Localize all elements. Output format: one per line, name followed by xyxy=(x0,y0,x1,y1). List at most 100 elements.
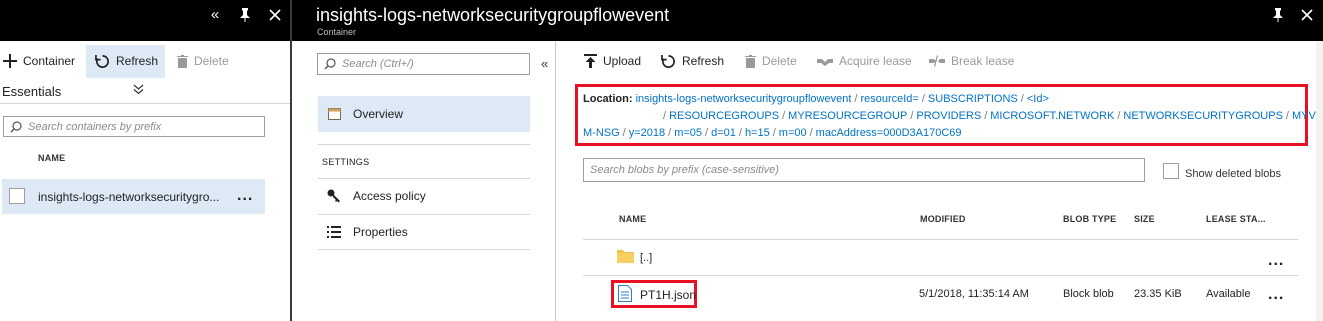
location-line-2: / RESOURCEGROUPS / MYRESOURCEGROUP / PROVIDER… xyxy=(663,110,1316,122)
menu-item-access-policy[interactable]: Access policy xyxy=(327,189,426,203)
close-icon[interactable] xyxy=(266,6,284,24)
refresh-button[interactable]: Refresh xyxy=(95,49,158,73)
break-lease-label: Break lease xyxy=(951,54,1015,68)
vertical-scrollbar[interactable] xyxy=(1316,41,1323,321)
divider xyxy=(318,178,530,179)
location-segment[interactable]: y=2018 xyxy=(629,127,665,139)
search-icon xyxy=(10,120,22,132)
divider xyxy=(318,214,530,215)
more-options-icon[interactable]: ... xyxy=(1268,252,1284,270)
divider xyxy=(583,275,1298,276)
acquire-lease-label: Acquire lease xyxy=(839,54,912,68)
divider xyxy=(318,144,530,145)
lease-icon xyxy=(817,59,833,66)
location-segment[interactable]: M-NSG xyxy=(583,127,620,139)
refresh-icon xyxy=(95,54,109,68)
location-segment[interactable]: MYV xyxy=(1292,110,1316,122)
show-deleted-checkbox[interactable] xyxy=(1163,163,1179,179)
break-lease-button[interactable]: Break lease xyxy=(929,49,1014,73)
delete-button[interactable]: Delete xyxy=(745,49,797,73)
refresh-icon xyxy=(661,54,675,68)
parent-folder-link[interactable]: [..] xyxy=(640,252,652,264)
location-segment[interactable]: insights-logs-networksecuritygroupflowev… xyxy=(636,93,852,105)
location-segment[interactable]: m=00 xyxy=(779,127,807,139)
search-icon xyxy=(324,58,336,70)
location-segment[interactable]: PROVIDERS xyxy=(916,110,981,122)
container-name[interactable]: insights-logs-networksecuritygro... xyxy=(38,190,219,204)
blob-name-link[interactable]: PT1H.json xyxy=(640,288,696,302)
location-segment[interactable]: <Id> xyxy=(1027,93,1049,105)
blob-search-input[interactable]: Search blobs by prefix (case-sensitive) xyxy=(583,158,1145,182)
key-icon xyxy=(327,189,340,203)
access-policy-label: Access policy xyxy=(353,189,426,203)
refresh-button[interactable]: Refresh xyxy=(661,49,724,73)
show-deleted-label[interactable]: Show deleted blobs xyxy=(1185,168,1281,180)
trash-icon xyxy=(745,54,756,68)
overview-label: Overview xyxy=(353,107,404,121)
blob-type-column-header[interactable]: BLOB TYPE xyxy=(1063,214,1116,224)
blob-type: Block blob xyxy=(1063,288,1114,300)
blade-divider xyxy=(290,0,292,321)
row-checkbox[interactable] xyxy=(9,188,25,204)
location-line-1: Location: insights-logs-networksecurityg… xyxy=(583,93,1049,105)
plus-icon xyxy=(3,54,17,68)
close-icon[interactable] xyxy=(1298,6,1316,24)
folder-icon xyxy=(617,249,634,266)
file-icon xyxy=(618,285,632,305)
blob-lease-state: Available xyxy=(1206,288,1251,300)
blob-size: 23.35 KiB xyxy=(1134,288,1182,300)
menu-item-overview[interactable]: Overview xyxy=(328,107,403,121)
modified-column-header[interactable]: MODIFIED xyxy=(920,214,966,224)
blob-search-placeholder: Search blobs by prefix (case-sensitive) xyxy=(590,164,779,176)
location-segment[interactable]: RESOURCEGROUPS xyxy=(669,110,779,122)
break-lease-icon xyxy=(929,55,945,67)
location-segment[interactable]: MYRESOURCEGROUP xyxy=(788,110,907,122)
name-column-header[interactable]: NAME xyxy=(38,153,65,163)
properties-label: Properties xyxy=(353,225,408,239)
overview-icon xyxy=(328,108,341,120)
settings-header: SETTINGS xyxy=(322,157,370,167)
pin-icon[interactable] xyxy=(1269,6,1287,24)
collapse-blade-icon[interactable]: « xyxy=(206,6,224,24)
location-label: Location: xyxy=(583,93,633,105)
divider xyxy=(583,239,1298,240)
location-segment[interactable]: d=01 xyxy=(711,127,736,139)
lease-state-column-header[interactable]: LEASE STA... xyxy=(1206,214,1266,224)
menu-divider xyxy=(555,41,556,321)
more-options-icon[interactable]: ... xyxy=(237,187,253,205)
upload-label: Upload xyxy=(603,54,642,68)
refresh-label: Refresh xyxy=(682,54,725,68)
collapse-menu-icon[interactable]: « xyxy=(541,56,548,71)
location-segment[interactable]: m=05 xyxy=(674,127,702,139)
upload-button[interactable]: Upload xyxy=(584,49,641,73)
delete-label: Delete xyxy=(762,54,797,68)
trash-icon xyxy=(177,54,188,68)
blade-title: insights-logs-networksecuritygroupflowev… xyxy=(316,5,670,25)
chevron-down-icon[interactable] xyxy=(133,84,144,98)
essentials-label[interactable]: Essentials xyxy=(2,84,61,99)
divider xyxy=(318,249,530,250)
size-column-header[interactable]: SIZE xyxy=(1134,214,1155,224)
menu-item-properties[interactable]: Properties xyxy=(327,225,408,239)
pin-icon[interactable] xyxy=(236,6,254,24)
menu-search-input[interactable]: Search (Ctrl+/) xyxy=(317,53,530,75)
add-container-button[interactable]: Container xyxy=(3,49,75,73)
container-search-input[interactable]: Search containers by prefix xyxy=(3,116,265,137)
delete-button[interactable]: Delete xyxy=(177,49,229,73)
menu-search-placeholder: Search (Ctrl+/) xyxy=(342,58,414,70)
location-segment[interactable]: NETWORKSECURITYGROUPS xyxy=(1123,110,1283,122)
location-segment[interactable]: MICROSOFT.NETWORK xyxy=(990,110,1114,122)
location-segment[interactable]: h=15 xyxy=(745,127,770,139)
add-container-label: Container xyxy=(23,54,76,68)
acquire-lease-button[interactable]: Acquire lease xyxy=(817,49,912,73)
blade-subtitle: Container xyxy=(317,27,357,37)
location-segment[interactable]: SUBSCRIPTIONS xyxy=(928,93,1018,105)
location-segment[interactable]: macAddress=000D3A170C69 xyxy=(816,127,962,139)
more-options-icon[interactable]: ... xyxy=(1268,286,1284,304)
location-segment[interactable]: resourceId= xyxy=(860,93,918,105)
container-search-placeholder: Search containers by prefix xyxy=(28,120,162,133)
blob-modified: 5/1/2018, 11:35:14 AM xyxy=(919,288,1029,300)
properties-icon xyxy=(327,226,341,238)
name-column-header[interactable]: NAME xyxy=(619,214,646,224)
location-line-3: M-NSG / y=2018/m=05/d=01/h=15/m=00/macAddr… xyxy=(583,127,962,139)
